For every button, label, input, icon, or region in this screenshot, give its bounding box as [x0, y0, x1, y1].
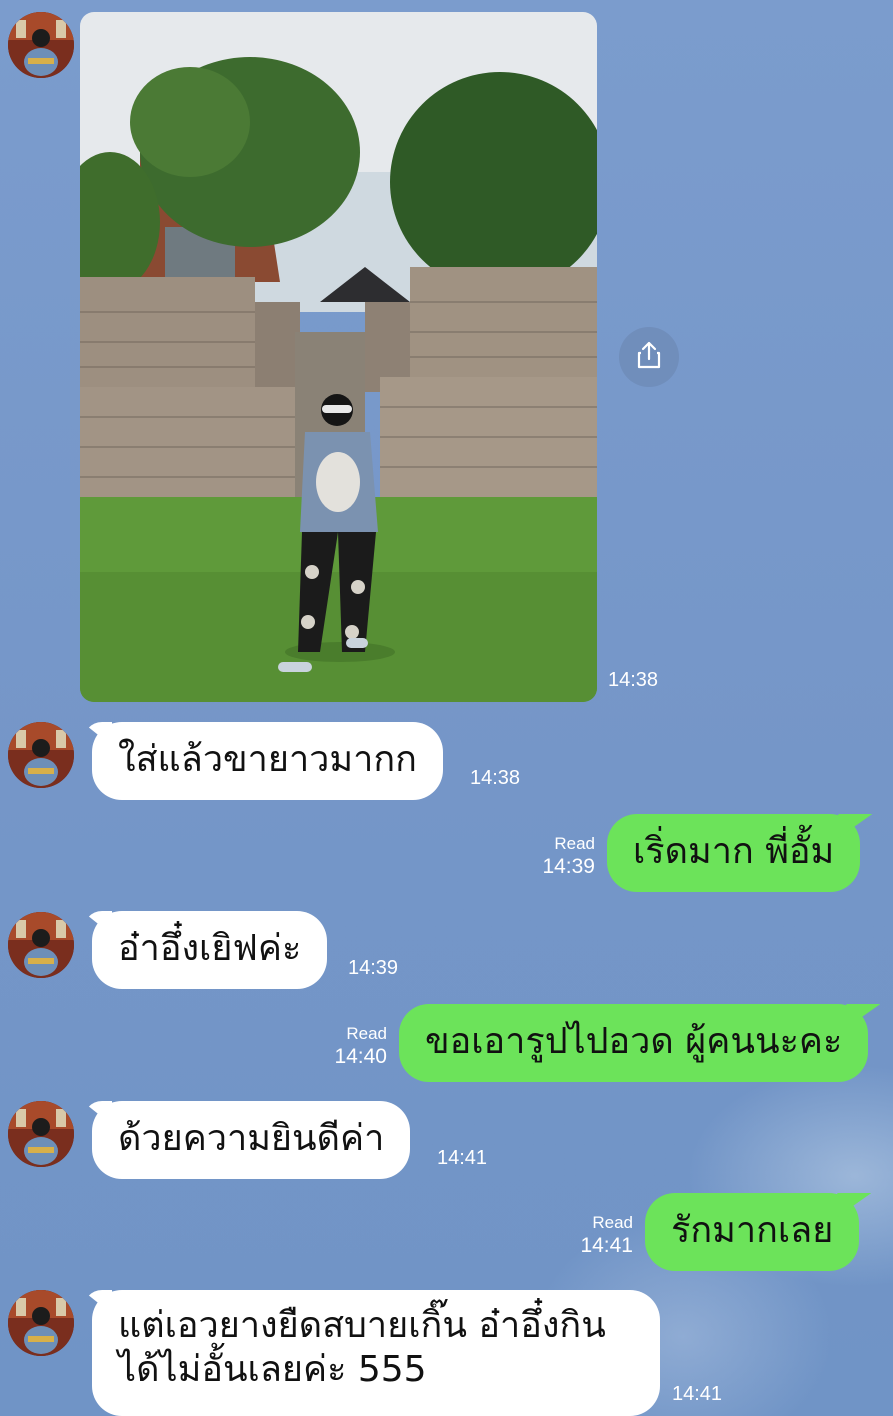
message-meta: Read 14:39 — [520, 834, 595, 880]
message-time: 14:41 — [580, 1234, 633, 1257]
message-time: 14:40 — [334, 1045, 387, 1068]
message-time: 14:41 — [672, 1383, 723, 1405]
contact-avatar[interactable] — [8, 912, 74, 978]
message-text: อ๋าอึ๋งเยิฟค่ะ — [118, 928, 302, 969]
outgoing-message-bubble[interactable]: รักมากเลย — [645, 1193, 860, 1271]
message-text: ใส่แล้วขายาวมากก — [118, 739, 417, 780]
message-meta: Read 14:40 — [310, 1024, 387, 1070]
shared-photo[interactable] — [80, 12, 597, 702]
message-time: 14:38 — [608, 669, 659, 691]
message-time: 14:41 — [437, 1147, 488, 1169]
share-button[interactable] — [619, 327, 679, 387]
message-time: 14:39 — [542, 855, 595, 878]
outgoing-message-bubble[interactable]: ขอเอารูปไปอวด ผู้คนนะคะ — [399, 1004, 869, 1082]
incoming-message-bubble[interactable]: แต่เอวยางยืดสบายเกิ๊น อ๋าอึ๋งกิน ได้ไม่อ… — [92, 1290, 660, 1416]
read-receipt: Read — [592, 1213, 633, 1232]
read-receipt: Read — [346, 1024, 387, 1043]
contact-avatar[interactable] — [8, 722, 74, 788]
contact-avatar[interactable] — [8, 1101, 74, 1167]
share-icon — [633, 339, 665, 375]
message-text-line: แต่เอวยางยืดสบายเกิ๊น อ๋าอึ๋งกิน — [118, 1305, 606, 1346]
incoming-message-bubble[interactable]: ด้วยความยินดีค่า — [92, 1101, 411, 1179]
message-text: ด้วยความยินดีค่า — [118, 1118, 385, 1159]
message-text-line: ได้ไม่อั้นเลยค่ะ 555 — [118, 1349, 427, 1390]
read-receipt: Read — [554, 834, 595, 853]
contact-avatar[interactable] — [8, 12, 74, 78]
incoming-message-bubble[interactable]: ใส่แล้วขายาวมากก — [92, 722, 443, 800]
message-text: ขอเอารูปไปอวด ผู้คนนะคะ — [425, 1021, 843, 1062]
message-time: 14:39 — [348, 957, 399, 979]
message-time: 14:38 — [470, 767, 521, 789]
contact-avatar[interactable] — [8, 1290, 74, 1356]
message-meta: Read 14:41 — [560, 1213, 633, 1259]
message-text: เริ่ดมาก พี่อั้ม — [633, 831, 835, 872]
message-text: รักมากเลย — [671, 1210, 834, 1251]
incoming-message-bubble[interactable]: อ๋าอึ๋งเยิฟค่ะ — [92, 911, 328, 989]
outgoing-message-bubble[interactable]: เริ่ดมาก พี่อั้ม — [607, 814, 861, 892]
